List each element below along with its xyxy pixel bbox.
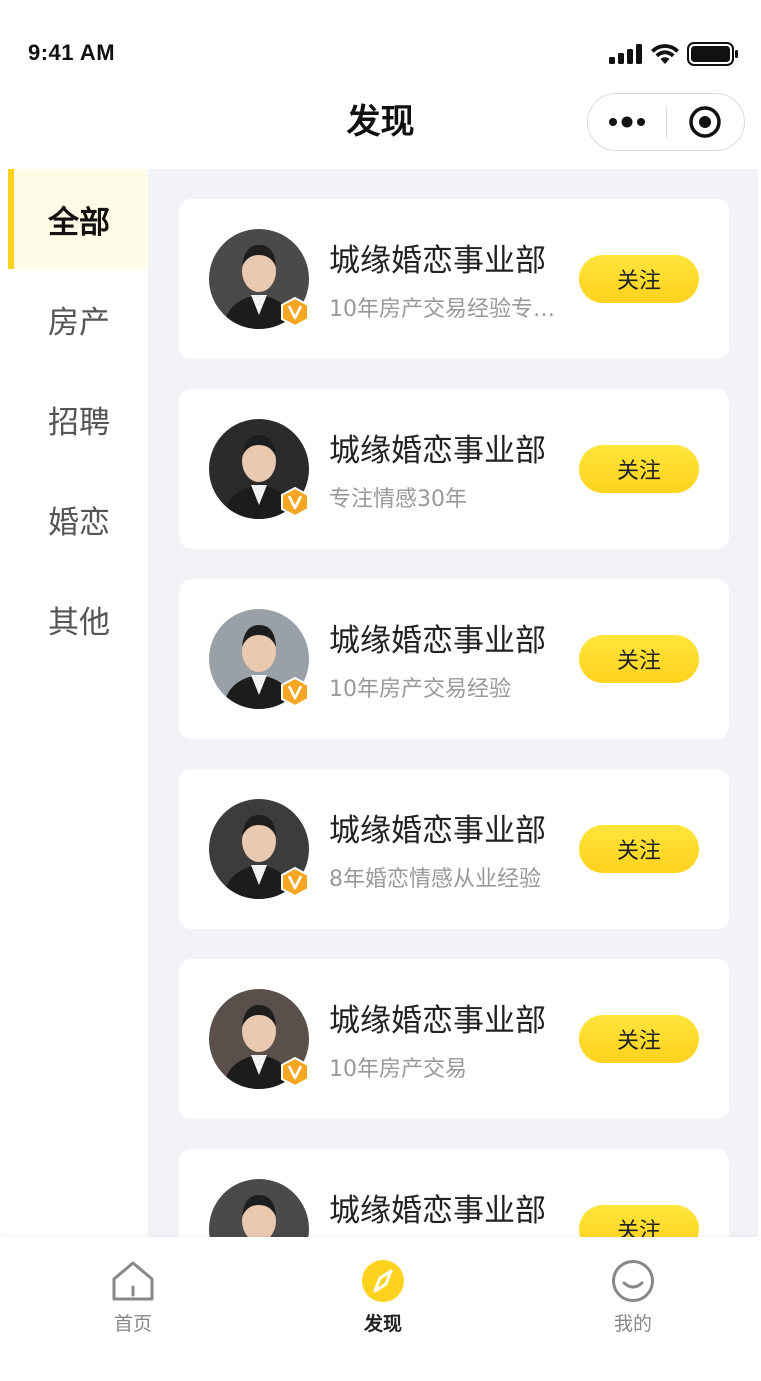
avatar-wrapper (209, 1179, 309, 1237)
sidebar-item-label: 房产 (48, 304, 110, 341)
avatar-wrapper (209, 799, 309, 899)
account-card[interactable]: 城缘婚恋事业部 关注 (179, 1149, 729, 1237)
account-name: 城缘婚恋事业部 (329, 1193, 546, 1229)
sidebar-item-2[interactable]: 招聘 (8, 369, 148, 469)
sidebar-item-label: 其他 (48, 604, 110, 641)
category-sidebar: 全部房产招聘婚恋其他 (8, 169, 148, 1237)
status-time: 9:41 AM (28, 40, 116, 65)
account-card[interactable]: 城缘婚恋事业部 8年婚恋情感从业经验 关注 (179, 769, 729, 929)
status-bar: 9:41 AM (0, 0, 761, 88)
sidebar-item-0[interactable]: 全部 (8, 169, 148, 269)
account-description: 10年房产交易经验 (329, 677, 511, 702)
account-description: 8年婚恋情感从业经验 (329, 867, 541, 892)
close-mini-program-button[interactable] (667, 94, 745, 150)
tab-profile-label: 我的 (613, 1313, 652, 1335)
battery-icon (687, 42, 738, 66)
sidebar-item-label: 全部 (48, 204, 110, 241)
verified-badge-icon (281, 297, 309, 327)
signal-icon (609, 44, 642, 64)
more-dots-icon (608, 116, 645, 128)
follow-button[interactable]: 关注 (579, 445, 699, 493)
tab-bar: 首页 发现 我的 (0, 1237, 761, 1381)
avatar-wrapper (209, 419, 309, 519)
follow-button[interactable]: 关注 (579, 825, 699, 873)
account-name: 城缘婚恋事业部 (329, 623, 546, 659)
account-card[interactable]: 城缘婚恋事业部专注情感30年 关注 (179, 389, 729, 549)
mini-program-capsule (587, 93, 745, 151)
sidebar-item-3[interactable]: 婚恋 (8, 469, 148, 569)
wifi-icon (651, 44, 679, 64)
follow-button[interactable]: 关注 (579, 1205, 699, 1237)
follow-button[interactable]: 关注 (579, 1015, 699, 1063)
home-icon (112, 1261, 154, 1301)
sidebar-item-4[interactable]: 其他 (8, 569, 148, 669)
verified-badge-icon (281, 1057, 309, 1087)
sidebar-item-label: 婚恋 (48, 504, 110, 541)
compass-icon (362, 1260, 404, 1302)
tab-profile[interactable]: 我的 (573, 1259, 693, 1336)
tab-home[interactable]: 首页 (73, 1259, 193, 1336)
target-icon (689, 106, 721, 138)
account-card[interactable]: 城缘婚恋事业部 10年房产交易 关注 (179, 959, 729, 1119)
account-description: 专注情感30年 (329, 487, 467, 512)
sidebar-item-1[interactable]: 房产 (8, 269, 148, 369)
sidebar-item-label: 招聘 (48, 404, 110, 441)
account-description: 10年房产交易经验专业房产顾问 (329, 297, 574, 322)
profile-icon (612, 1260, 654, 1302)
account-name: 城缘婚恋事业部 (329, 243, 546, 279)
avatar (209, 1179, 309, 1237)
follow-button[interactable]: 关注 (579, 255, 699, 303)
tab-discover[interactable]: 发现 (323, 1259, 443, 1336)
account-card[interactable]: 城缘婚恋事业部 10年房产交易经验专业房产顾问关注 (179, 199, 729, 359)
verified-badge-icon (281, 867, 309, 897)
more-button[interactable] (588, 94, 666, 150)
avatar-wrapper (209, 229, 309, 329)
avatar-wrapper (209, 989, 309, 1089)
follow-button[interactable]: 关注 (579, 635, 699, 683)
account-name: 城缘婚恋事业部 (329, 813, 546, 849)
status-icons (609, 40, 739, 68)
account-card[interactable]: 城缘婚恋事业部 10年房产交易经验 关注 (179, 579, 729, 739)
tab-discover-label: 发现 (363, 1313, 402, 1335)
account-description: 10年房产交易 (329, 1057, 467, 1082)
avatar-wrapper (209, 609, 309, 709)
tab-home-label: 首页 (113, 1313, 152, 1335)
account-name: 城缘婚恋事业部 (329, 433, 546, 469)
content-list: 城缘婚恋事业部10年房产交易经验专业房产顾问关注城缘婚恋事业部专注情感30年关注… (148, 169, 758, 1237)
account-name: 城缘婚恋事业部 (329, 1003, 546, 1039)
verified-badge-icon (281, 677, 309, 707)
verified-badge-icon (281, 487, 309, 517)
